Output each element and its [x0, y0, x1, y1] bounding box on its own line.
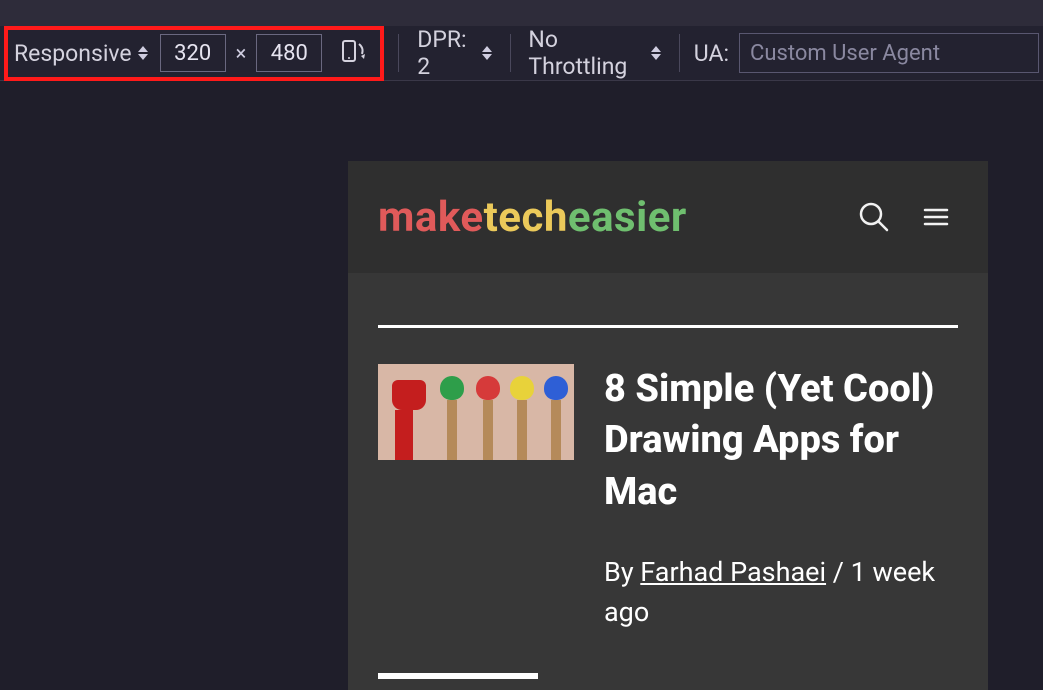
- rotate-device-icon: [337, 38, 367, 68]
- previous-article-tail: [378, 273, 958, 325]
- dpr-select[interactable]: DPR: 2: [413, 24, 495, 82]
- byline-prefix: By: [604, 556, 640, 588]
- brush-icon: [392, 380, 416, 460]
- logo-part-make: make: [378, 193, 484, 242]
- article-byline: By Farhad Pashaei / 1 week ago: [604, 552, 958, 633]
- byline-separator: /: [826, 556, 851, 588]
- article-divider: [378, 325, 958, 328]
- article-headline[interactable]: 8 Simple (Yet Cool) Drawing Apps for Mac: [604, 364, 958, 518]
- logo-part-easier: easier: [568, 193, 687, 242]
- article-thumbnail[interactable]: [378, 364, 574, 460]
- viewport-width-input[interactable]: [160, 34, 226, 72]
- viewport-height-input[interactable]: [256, 34, 322, 72]
- simulated-device-frame[interactable]: maketecheasier: [348, 161, 988, 690]
- ua-label: UA:: [694, 40, 729, 67]
- rotate-device-button[interactable]: [330, 34, 374, 72]
- author-link[interactable]: Farhad Pashaei: [640, 556, 826, 588]
- article-list-item[interactable]: 8 Simple (Yet Cool) Drawing Apps for Mac…: [378, 364, 958, 633]
- sort-caret-icon: [651, 46, 661, 60]
- sort-caret-icon: [138, 46, 148, 60]
- brush-icon: [544, 376, 568, 460]
- search-icon: [857, 200, 891, 234]
- logo-part-tech: tech: [484, 193, 568, 242]
- device-mode-label: Responsive: [14, 40, 132, 67]
- dpr-label: DPR: 2: [417, 26, 475, 80]
- brush-icon: [440, 376, 464, 460]
- site-body: 8 Simple (Yet Cool) Drawing Apps for Mac…: [348, 273, 988, 690]
- sort-caret-icon: [482, 46, 492, 60]
- next-article-peek: [378, 673, 538, 679]
- annotation-highlight: Responsive ×: [4, 26, 384, 81]
- device-mode-select[interactable]: Responsive: [10, 38, 152, 69]
- user-agent-input[interactable]: [739, 33, 1039, 73]
- device-viewport-area: maketecheasier: [0, 81, 1043, 690]
- throttling-select[interactable]: No Throttling: [524, 24, 664, 82]
- toolbar-divider: [398, 34, 399, 72]
- menu-button[interactable]: [914, 195, 958, 239]
- site-logo[interactable]: maketecheasier: [378, 193, 834, 242]
- device-toolbar: Responsive × DPR: 2 No Throttling UA:: [0, 26, 1043, 81]
- brush-icon: [510, 376, 534, 460]
- toolbar-divider: [679, 34, 680, 72]
- search-button[interactable]: [852, 195, 896, 239]
- brush-icon: [476, 376, 500, 460]
- site-header: maketecheasier: [348, 161, 988, 273]
- article-text-block: 8 Simple (Yet Cool) Drawing Apps for Mac…: [604, 364, 958, 633]
- throttling-label: No Throttling: [528, 26, 644, 80]
- hamburger-icon: [921, 202, 951, 232]
- dimension-x-label: ×: [234, 41, 249, 65]
- window-chrome-strip: [0, 0, 1043, 26]
- toolbar-divider: [510, 34, 511, 72]
